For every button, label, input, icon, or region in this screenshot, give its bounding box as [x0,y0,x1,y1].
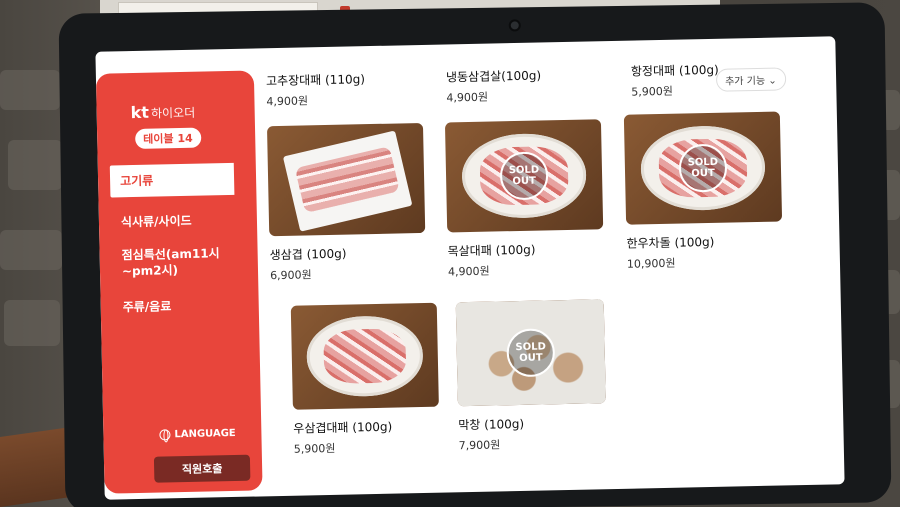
brand-logo: kt 하이오더 [130,102,196,123]
menu-item-price: 4,900원 [266,94,309,109]
camera-icon [508,19,521,32]
menu-item-price: 5,900원 [631,84,674,99]
menu-item-price: 4,900원 [447,264,490,279]
language-label: LANGUAGE [174,427,236,441]
menu-item-price: 5,900원 [293,441,336,456]
menu-item-name: 막창 (100g) [458,416,525,433]
menu-item-name: 목살대패 (100g) [447,242,536,259]
sidebar: kt 하이오더 테이블 14 고기류 식사류/사이드 점심특선(am11시~pm2… [95,70,263,494]
menu-item-price: 10,900원 [626,256,676,271]
menu-item-name: 생삼겹 (100g) [269,246,347,263]
menu-item-price: 7,900원 [458,438,501,453]
menu-item[interactable]: 항정대패 (100g) 5,900원 [631,59,788,99]
menu-item[interactable]: SOLD OUT 한우차돌 (100g) 10,900원 [623,111,783,271]
menu-item[interactable]: 냉동삼겹살(100g) 4,900원 [446,65,603,105]
menu-item-image [266,122,426,237]
menu-item-name: 냉동삼겹살(100g) [445,68,542,85]
category-meals-sides[interactable]: 식사류/사이드 [111,204,236,239]
language-button[interactable]: LANGUAGE [159,427,236,441]
menu-item-price: 4,900원 [446,90,489,105]
menu-item-name: 항정대패 (100g) [630,62,719,79]
menu-item[interactable]: 생삼겹 (100g) 6,900원 [266,122,426,283]
menu-item-image: SOLD OUT [455,299,606,407]
table-number-badge: 테이블 14 [135,127,201,149]
menu-item[interactable]: SOLD OUT 막창 (100g) 7,900원 [455,299,615,453]
menu-item-image: SOLD OUT [444,119,604,233]
menu-item-image [290,302,439,410]
call-staff-button[interactable]: 직원호출 [153,454,251,483]
globe-icon [159,429,171,441]
menu-item[interactable]: SOLD OUT 목살대패 (100g) 4,900원 [444,119,604,279]
menu-item-name: 우삼겹대패 (100g) [293,419,393,436]
category-drinks[interactable]: 주류/음료 [112,289,237,324]
category-lunch-special[interactable]: 점심특선(am11시~pm2시) [111,237,236,288]
menu-item-name: 한우차돌 (100g) [626,234,715,251]
menu-item-price: 6,900원 [269,268,312,283]
menu-item-image: SOLD OUT [623,111,783,225]
menu-item-name: 고추장대패 (110g) [265,72,366,89]
category-meat[interactable]: 고기류 [109,162,235,198]
menu-item[interactable]: 우삼겹대패 (100g) 5,900원 [290,302,450,456]
order-screen: kt 하이오더 테이블 14 고기류 식사류/사이드 점심특선(am11시~pm2… [95,36,845,500]
menu-item[interactable]: 고추장대패 (110g) 4,900원 [266,69,423,109]
